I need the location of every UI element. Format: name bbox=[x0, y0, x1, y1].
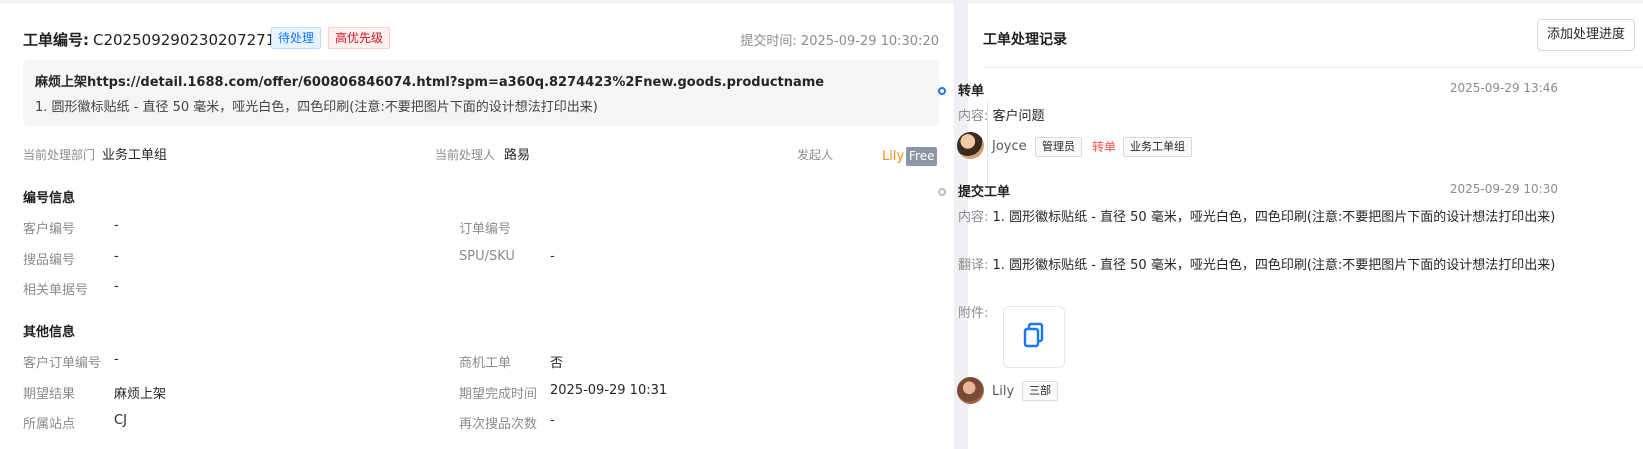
initiator-label: 发起人 bbox=[797, 148, 834, 162]
expected-time-value: 2025-09-29 10:31 bbox=[550, 383, 668, 398]
current-handler-label: 当前处理人 bbox=[435, 148, 496, 162]
content-value: 1. 圆形徽标贴纸 - 直径 50 毫米，哑光白色，四色印刷(注意:不要把图片下… bbox=[992, 210, 1556, 225]
customer-no-value: - bbox=[114, 218, 119, 233]
current-handler-value: 路易 bbox=[504, 148, 531, 163]
ticket-code: C202509290230207271 bbox=[93, 31, 276, 49]
related-doc-label: 相关单据号 bbox=[23, 283, 89, 298]
order-no-label: 订单编号 bbox=[459, 222, 512, 237]
sourcing-no-label: 搜品编号 bbox=[23, 253, 76, 268]
expected-result-value: 麻烦上架 bbox=[114, 387, 167, 402]
avatar bbox=[957, 377, 984, 404]
other-info-title: 其他信息 bbox=[23, 325, 76, 340]
records-title: 工单处理记录 bbox=[983, 32, 1067, 48]
content-label: 内容: bbox=[958, 109, 989, 124]
current-dept-label: 当前处理部门 bbox=[23, 148, 96, 162]
customer-order-value: - bbox=[114, 352, 119, 367]
description-body: 1. 圆形徽标贴纸 - 直径 50 毫米，哑光白色，四色印刷(注意:不要把图片下… bbox=[35, 100, 598, 115]
attachment-thumbnail[interactable] bbox=[1003, 306, 1065, 368]
status-badge: 待处理 bbox=[271, 27, 322, 49]
related-doc-value: - bbox=[114, 279, 119, 294]
initiator-badge: Free bbox=[906, 147, 938, 166]
copy-file-icon bbox=[1023, 322, 1044, 348]
timeline-dot-active bbox=[938, 87, 946, 95]
ticket-title-label: 工单编号: bbox=[23, 31, 89, 49]
expected-time-label: 期望完成时间 bbox=[459, 387, 538, 402]
attachment-label: 附件: bbox=[958, 306, 989, 321]
expected-result-label: 期望结果 bbox=[23, 387, 76, 402]
translation-value: 1. 圆形徽标贴纸 - 直径 50 毫米，哑光白色，四色印刷(注意:不要把图片下… bbox=[992, 258, 1556, 273]
number-info-title: 编号信息 bbox=[23, 191, 76, 206]
user-name-lily[interactable]: Lily bbox=[992, 384, 1014, 399]
priority-badge: 高优先级 bbox=[328, 27, 391, 49]
resource-count-label: 再次搜品次数 bbox=[459, 417, 538, 432]
initiator-name[interactable]: Lily bbox=[882, 149, 904, 164]
current-dept-value: 业务工单组 bbox=[102, 148, 168, 163]
avatar bbox=[957, 132, 984, 159]
customer-no-label: 客户编号 bbox=[23, 222, 76, 237]
translation-label: 翻译: bbox=[958, 258, 989, 273]
ticket-detail-panel: 工单编号: C202509290230207271 待处理 高优先级 提交时间: … bbox=[0, 3, 954, 449]
site-label: 所属站点 bbox=[23, 417, 76, 432]
event-translation-submit: 翻译: 1. 圆形徽标贴纸 - 直径 50 毫米，哑光白色，四色印刷(注意:不要… bbox=[958, 255, 1563, 276]
user-name-joyce[interactable]: Joyce bbox=[992, 139, 1027, 154]
role-chip: 管理员 bbox=[1035, 137, 1082, 157]
spu-sku-label: SPU/SKU bbox=[459, 249, 515, 264]
ticket-title: 工单编号: C202509290230207271 bbox=[23, 29, 275, 50]
spu-sku-value: - bbox=[550, 249, 555, 264]
biz-ticket-value: 否 bbox=[550, 356, 564, 371]
target-group-chip: 业务工单组 bbox=[1123, 137, 1192, 157]
records-divider bbox=[983, 67, 1643, 68]
description-box: 麻烦上架https://detail.1688.com/offer/600806… bbox=[23, 60, 939, 126]
description-title: 麻烦上架https://detail.1688.com/offer/600806… bbox=[35, 75, 825, 90]
event-title-submit: 提交工单 bbox=[958, 185, 1011, 200]
event-title-transfer: 转单 bbox=[958, 84, 985, 99]
timeline-dot-inactive bbox=[938, 188, 946, 196]
event-content-submit: 内容: 1. 圆形徽标贴纸 - 直径 50 毫米，哑光白色，四色印刷(注意:不要… bbox=[958, 207, 1563, 228]
biz-ticket-label: 商机工单 bbox=[459, 356, 512, 371]
add-progress-button[interactable]: 添加处理进度 bbox=[1536, 19, 1635, 51]
customer-order-label: 客户订单编号 bbox=[23, 356, 102, 371]
event-time-transfer: 2025-09-29 13:46 bbox=[1449, 81, 1558, 95]
content-value: 客户问题 bbox=[992, 109, 1045, 124]
resource-count-value: - bbox=[550, 413, 555, 428]
event-time-submit: 2025-09-29 10:30 bbox=[1449, 182, 1558, 196]
site-value: CJ bbox=[114, 413, 127, 428]
submit-time: 提交时间: 2025-09-29 10:30:20 bbox=[740, 34, 939, 49]
transfer-action-text: 转单 bbox=[1092, 140, 1117, 154]
dept-chip: 三部 bbox=[1022, 381, 1058, 401]
event-content-transfer: 内容: 客户问题 bbox=[958, 106, 1588, 127]
content-label: 内容: bbox=[958, 210, 989, 225]
sourcing-no-value: - bbox=[114, 249, 119, 264]
